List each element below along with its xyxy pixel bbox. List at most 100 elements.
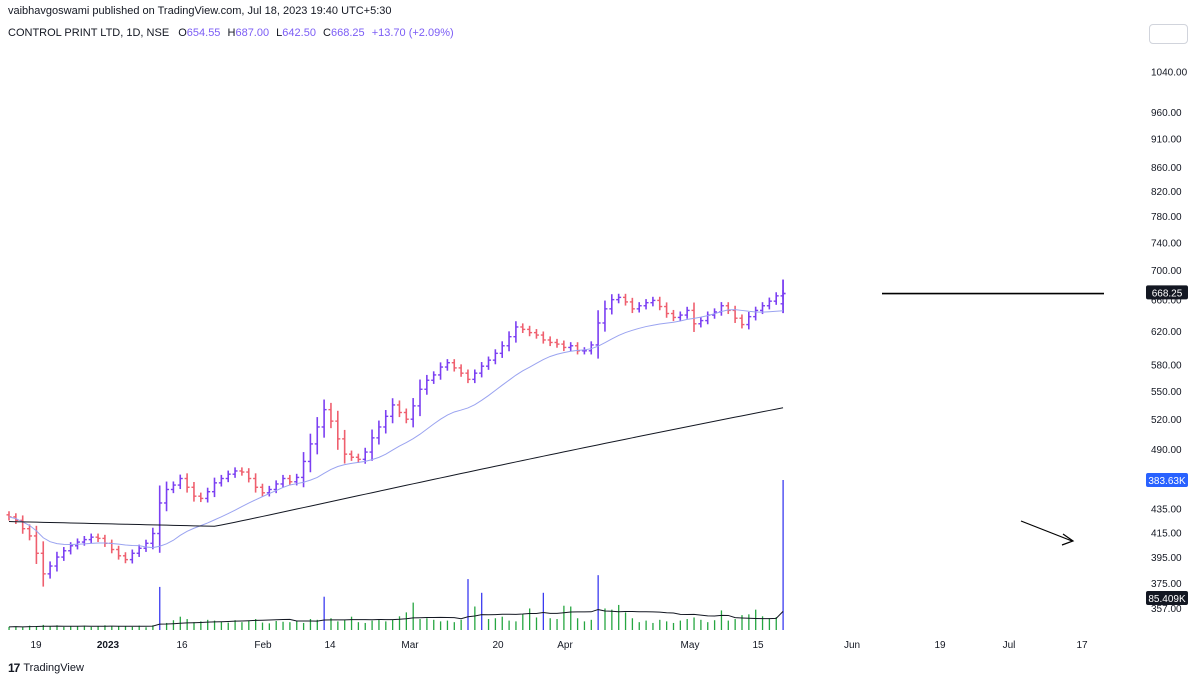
volume-bar <box>659 619 661 630</box>
volume-bar <box>63 626 65 630</box>
time-tick-label: 14 <box>324 640 336 651</box>
volume-bar <box>385 621 387 630</box>
volume-bar <box>453 622 455 630</box>
ohlc-bar <box>307 433 313 473</box>
ohlc-bar <box>479 362 485 378</box>
volume-bar <box>666 621 668 630</box>
ohlc-bar <box>718 302 724 316</box>
volume-bar <box>700 619 702 630</box>
price-chart[interactable]: 1040.00 960.00 910.00 860.00 820.00 780.00 740… <box>0 0 1200 681</box>
volume-bar <box>529 608 531 630</box>
volume-bar <box>707 622 709 630</box>
volume-tag-text: 383.63K <box>1148 476 1186 487</box>
ohlc-bar <box>677 311 683 322</box>
ohlc-bar <box>636 302 642 313</box>
volume-bar <box>439 621 442 630</box>
ohlc-bar <box>499 341 505 358</box>
volume-bar <box>378 619 380 630</box>
time-tick-label: 17 <box>1076 640 1088 651</box>
volume-bar <box>446 620 449 630</box>
ohlc-bar <box>280 474 286 488</box>
volume-bar <box>604 608 606 630</box>
footer-brand[interactable]: 17 TradingView <box>8 661 84 675</box>
volume-bar <box>727 620 729 630</box>
price-tick-label: 435.00 <box>1151 505 1182 516</box>
time-tick-label: Jul <box>1003 640 1016 651</box>
ohlc-bar <box>47 561 53 579</box>
price-tick-label: 700.00 <box>1151 266 1182 277</box>
ohlc-bar <box>575 342 581 355</box>
ohlc-bar <box>218 474 224 487</box>
volume-bar <box>392 619 394 630</box>
ohlc-bar <box>177 474 183 490</box>
price-tick-label: 820.00 <box>1151 187 1182 198</box>
volume-bar <box>159 586 161 630</box>
price-tick-label: 375.00 <box>1151 579 1182 590</box>
volume-bar <box>556 619 558 630</box>
volume-bar <box>460 619 462 630</box>
ohlc-bar <box>102 534 108 547</box>
ohlc-bar <box>376 420 382 445</box>
ohlc-bar <box>342 429 348 464</box>
volume-bar <box>76 626 79 630</box>
ohlc-bar <box>369 429 375 461</box>
ohlc-bar <box>116 545 122 560</box>
volume-bar <box>583 621 586 630</box>
volume-bar <box>364 622 366 630</box>
ohlc-bar <box>287 474 293 486</box>
ohlc-bar <box>95 533 101 543</box>
ohlc-bar <box>670 309 676 322</box>
volume-bar <box>248 620 250 630</box>
volume-bar <box>467 579 469 630</box>
volume-bar <box>755 609 757 630</box>
time-tick-label: Jun <box>844 640 860 651</box>
ohlc-bar <box>259 483 265 497</box>
volume-bar <box>631 618 634 630</box>
ohlc-bar <box>129 549 135 564</box>
price-tick-label: 960.00 <box>1151 108 1182 119</box>
ohlc-bar <box>520 323 526 334</box>
volume-bar <box>275 620 277 630</box>
price-tick-label: 620.00 <box>1151 327 1182 338</box>
volume-bar <box>720 610 723 630</box>
ohlc-bar <box>246 468 252 483</box>
volume-bar <box>474 606 476 630</box>
ohlc-bar <box>396 400 402 418</box>
volume-bar <box>522 614 524 630</box>
price-tick-label: 415.00 <box>1151 528 1182 539</box>
ohlc-bar <box>205 487 211 503</box>
ohlc-bar <box>253 473 259 493</box>
slow-ma-line <box>8 407 784 527</box>
volume-bar <box>618 604 620 630</box>
last-price-tag: 668.25 <box>1146 285 1188 300</box>
price-tick-label: 780.00 <box>1151 212 1182 223</box>
volume-bar <box>118 626 120 630</box>
volume-bar <box>220 621 223 630</box>
ohlc-bar <box>705 311 711 325</box>
ohlc-bar <box>602 300 608 332</box>
volume-bar <box>638 622 640 630</box>
volume-ma-tag: 85.409K <box>1146 591 1188 605</box>
ohlc-bar <box>321 399 327 438</box>
volume-bar <box>686 619 688 630</box>
ohlc-bar <box>88 533 94 544</box>
ohlc-bar <box>225 470 231 483</box>
ohlc-bar <box>232 467 238 478</box>
volume-bar <box>302 622 305 630</box>
brand-name: TradingView <box>23 662 84 674</box>
price-tick-label: 860.00 <box>1151 163 1182 174</box>
ohlc-bar <box>6 511 12 521</box>
time-tick-label: 19 <box>30 640 42 651</box>
ohlc-bar <box>417 379 423 417</box>
volume-bar <box>494 618 497 630</box>
ohlc-bar <box>355 453 361 463</box>
ohlc-bar <box>554 338 560 348</box>
ohlc-bar <box>691 302 697 332</box>
price-tick-label: 580.00 <box>1151 360 1182 371</box>
price-tick-label: 520.00 <box>1151 415 1182 426</box>
volume-bar <box>563 605 565 630</box>
volume-bar <box>652 622 654 630</box>
ohlc-bar <box>431 371 437 384</box>
ohlc-bar <box>109 539 115 554</box>
volume-bar <box>679 620 681 630</box>
